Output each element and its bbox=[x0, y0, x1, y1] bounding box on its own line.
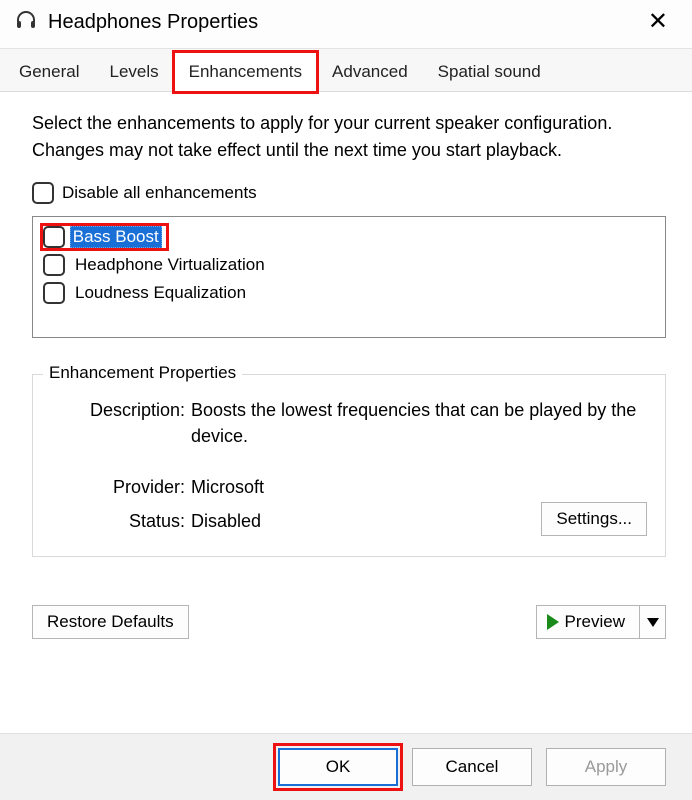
loudness-equalization-checkbox[interactable] bbox=[43, 282, 65, 304]
disable-all-row[interactable]: Disable all enhancements bbox=[32, 182, 666, 204]
apply-button[interactable]: Apply bbox=[546, 748, 666, 786]
headphone-virtualization-checkbox[interactable] bbox=[43, 254, 65, 276]
chevron-down-icon bbox=[647, 618, 659, 627]
bass-boost-label: Bass Boost bbox=[70, 226, 162, 248]
enhancement-properties-group: Enhancement Properties Description: Boos… bbox=[32, 374, 666, 557]
disable-all-checkbox[interactable] bbox=[32, 182, 54, 204]
list-item[interactable]: Loudness Equalization bbox=[43, 279, 665, 307]
list-item[interactable]: Headphone Virtualization bbox=[43, 251, 665, 279]
headphones-icon bbox=[14, 8, 38, 37]
list-item[interactable]: Bass Boost bbox=[43, 223, 665, 251]
titlebar: Headphones Properties ✕ bbox=[0, 0, 692, 48]
preview-label: Preview bbox=[565, 612, 625, 632]
properties-window: Headphones Properties ✕ General Levels E… bbox=[0, 0, 692, 800]
bass-boost-checkbox[interactable] bbox=[43, 226, 65, 248]
tab-advanced[interactable]: Advanced bbox=[317, 52, 423, 92]
restore-defaults-button[interactable]: Restore Defaults bbox=[32, 605, 189, 639]
disable-all-label: Disable all enhancements bbox=[62, 183, 257, 203]
tabstrip: General Levels Enhancements Advanced Spa… bbox=[0, 48, 692, 92]
description-value: Boosts the lowest frequencies that can b… bbox=[191, 397, 647, 449]
close-button[interactable]: ✕ bbox=[634, 6, 682, 38]
enhancements-list[interactable]: Bass Boost Headphone Virtualization Loud… bbox=[32, 216, 666, 338]
cancel-button[interactable]: Cancel bbox=[412, 748, 532, 786]
play-icon bbox=[547, 614, 559, 630]
status-value: Disabled bbox=[191, 511, 261, 532]
tab-levels[interactable]: Levels bbox=[94, 52, 173, 92]
tab-enhancements[interactable]: Enhancements bbox=[174, 52, 317, 92]
preview-splitbutton[interactable]: Preview bbox=[536, 605, 666, 639]
tab-content: Select the enhancements to apply for you… bbox=[0, 92, 692, 733]
ok-button[interactable]: OK bbox=[278, 748, 398, 786]
intro-text: Select the enhancements to apply for you… bbox=[32, 110, 666, 164]
preview-dropdown[interactable] bbox=[640, 605, 666, 639]
provider-value: Microsoft bbox=[191, 477, 264, 498]
status-label: Status: bbox=[81, 511, 191, 532]
loudness-equalization-label: Loudness Equalization bbox=[75, 283, 246, 303]
preview-button[interactable]: Preview bbox=[536, 605, 640, 639]
provider-label: Provider: bbox=[81, 477, 191, 498]
tab-spatial-sound[interactable]: Spatial sound bbox=[423, 52, 556, 92]
window-title: Headphones Properties bbox=[48, 11, 258, 34]
headphone-virtualization-label: Headphone Virtualization bbox=[75, 255, 265, 275]
settings-button[interactable]: Settings... bbox=[541, 502, 647, 536]
tab-general[interactable]: General bbox=[4, 52, 94, 92]
group-legend: Enhancement Properties bbox=[43, 363, 242, 383]
dialog-button-bar: OK Cancel Apply bbox=[0, 733, 692, 800]
description-label: Description: bbox=[81, 397, 191, 449]
